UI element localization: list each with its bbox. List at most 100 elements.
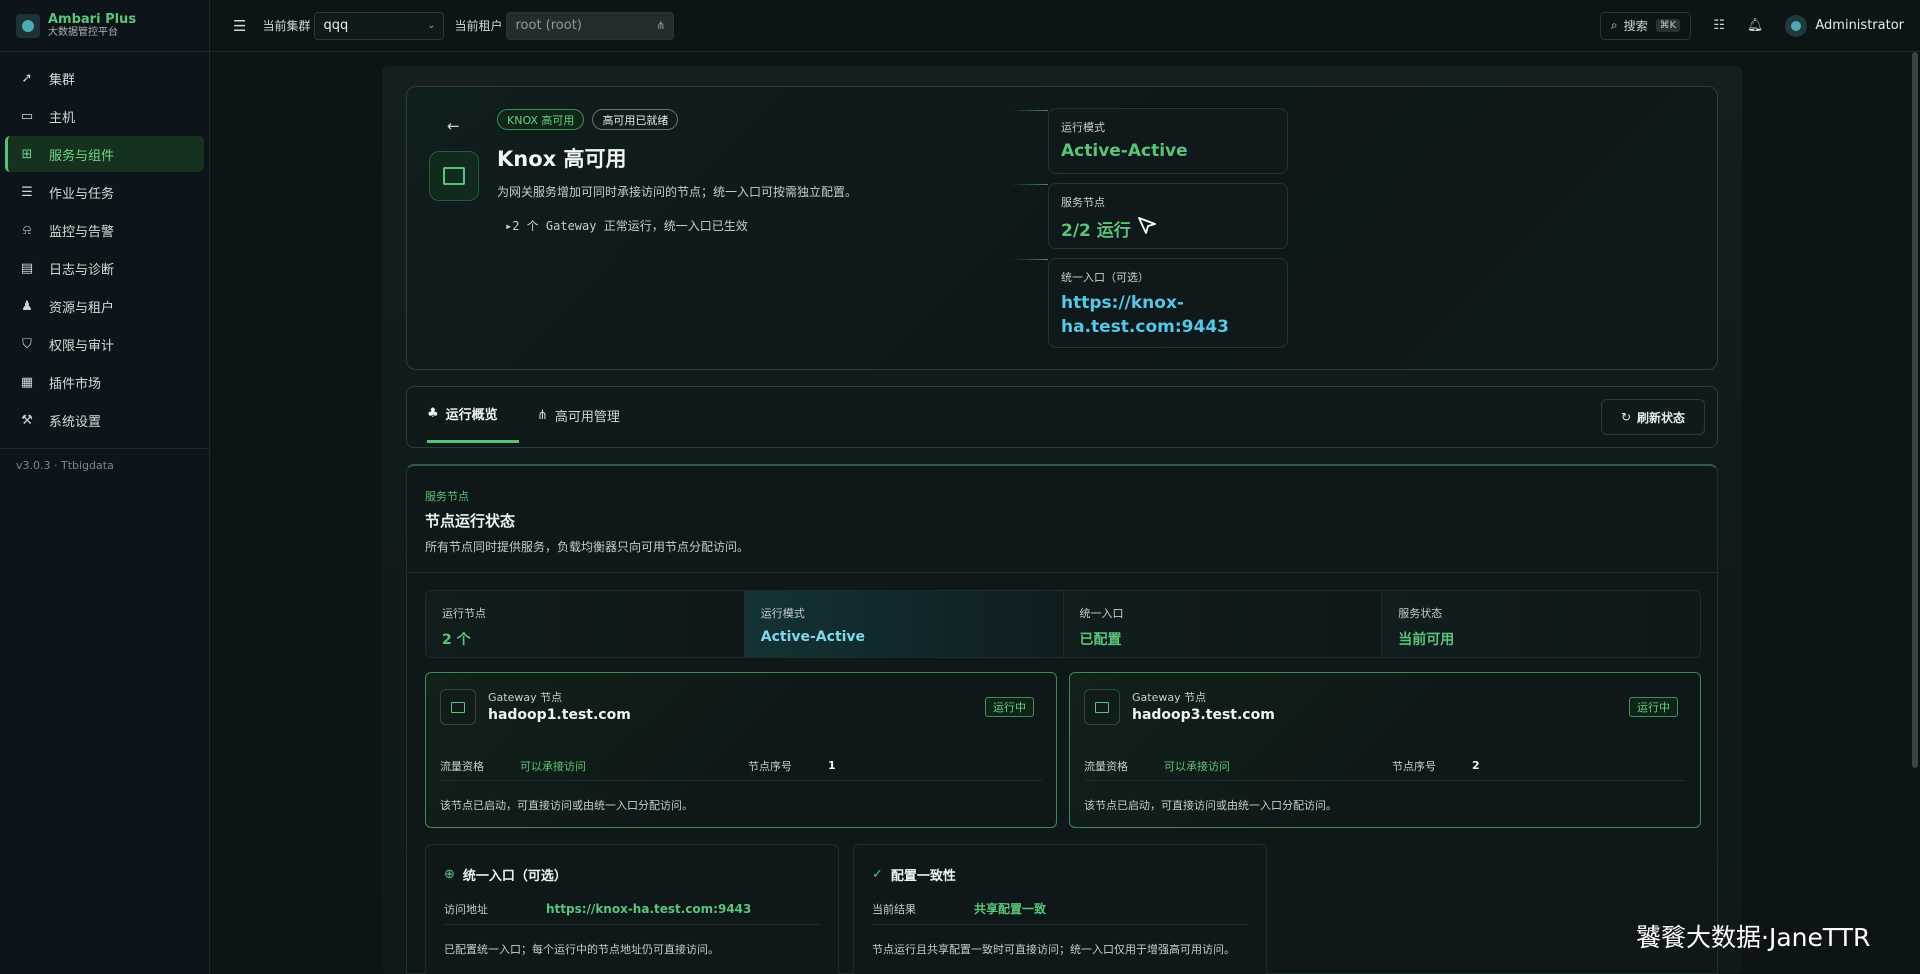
summary-service-status: 服务状态 当前可用 — [1382, 591, 1700, 657]
seq-value: 1 — [828, 759, 836, 772]
seq-value: 2 — [1472, 759, 1480, 772]
refresh-icon: ↻ — [1620, 410, 1632, 424]
sidebar-item-permissions[interactable]: ⛉ 权限与审计 — [5, 326, 204, 362]
card-title: 配置一致性 — [890, 869, 956, 884]
tab-overview[interactable]: ♣ 运行概览 — [427, 387, 519, 443]
sidebar-item-label: 集群 — [49, 72, 76, 88]
page-description: 为网关服务增加可同时承接访问的节点；统一入口可按需独立配置。 — [497, 185, 858, 199]
hierarchy-icon: ⋔ — [656, 19, 666, 32]
grid-icon: ⊞ — [21, 146, 33, 162]
users-icon: ♟ — [21, 298, 33, 314]
summary-label: 运行节点 — [442, 607, 486, 620]
tenant-input[interactable]: root (root) ⋔ — [506, 11, 675, 40]
tab-label: 高可用管理 — [554, 409, 620, 425]
sidebar-item-label: 资源与租户 — [49, 300, 115, 316]
topbar: ☰ 当前集群 qqq ⌄ 当前租户 root (root) ⋔ ⌕ 搜索 ⌘K … — [210, 0, 1920, 52]
user-name[interactable]: Administrator — [1815, 18, 1904, 33]
row-label: 访问地址 — [444, 902, 488, 916]
logo-icon — [16, 13, 40, 38]
cluster-select[interactable]: qqq ⌄ — [314, 11, 445, 40]
search-icon: ⌕ — [1610, 18, 1618, 32]
stat-label: 统一入口（可选） — [1061, 271, 1149, 284]
topbar-right: ⌕ 搜索 ⌘K ☷ 🔔︎ Administrator — [1599, 11, 1904, 40]
tab-ha-management[interactable]: ⋔ 高可用管理 — [537, 387, 633, 443]
search-label: 搜索 — [1623, 19, 1648, 33]
sidebar-item-resources[interactable]: ♟ 资源与租户 — [5, 288, 204, 324]
cluster-select-value: qqq — [323, 18, 349, 33]
node-host: hadoop3.test.com — [1132, 707, 1275, 723]
sidebar-item-label: 日志与诊断 — [49, 262, 115, 278]
gateway-node-card[interactable]: Gateway 节点 hadoop3.test.com 运行中 流量资格 可以承… — [1069, 672, 1701, 828]
sidebar-item-jobs[interactable]: ☰ 作业与任务 — [5, 174, 204, 210]
sidebar-item-label: 系统设置 — [49, 414, 102, 430]
brand-subtitle: 大数据管控平台 — [48, 27, 118, 38]
summary-value: 当前可用 — [1398, 632, 1455, 648]
task-list-icon[interactable]: ☷ — [1713, 18, 1725, 33]
stat-value: 2/2 运行 — [1061, 221, 1131, 241]
sidebar-item-plugins[interactable]: ▦ 插件市场 — [5, 364, 204, 400]
traffic-value: 可以承接访问 — [520, 759, 586, 773]
traffic-label: 流量资格 — [440, 759, 484, 773]
shield-icon: ⛉ — [22, 336, 32, 352]
tenant-input-value: root (root) — [515, 18, 582, 33]
summary-running-nodes: 运行节点 2 个 — [426, 591, 745, 657]
brand[interactable]: Ambari Plus 大数据管控平台 — [0, 0, 209, 52]
sidebar-item-label: 权限与审计 — [49, 338, 115, 354]
sidebar-item-monitoring[interactable]: ⍾ 监控与告警 — [5, 212, 204, 248]
unified-entry-card: ⊕ 统一入口（可选） 访问地址 https://knox-ha.test.com… — [425, 844, 839, 974]
scrollbar[interactable] — [1912, 52, 1918, 768]
summary-strip: 运行节点 2 个 运行模式 Active-Active 统一入口 已配置 服务状… — [425, 590, 1701, 658]
cluster-label: 当前集群 — [262, 19, 311, 33]
row-value: 共享配置一致 — [974, 902, 1047, 916]
alarm-icon: ⍾ — [22, 222, 32, 238]
card-header: ⊕ 统一入口（可选） — [444, 865, 567, 884]
summary-run-mode: 运行模式 Active-Active — [744, 591, 1064, 657]
sidebar-item-label: 服务与组件 — [49, 148, 115, 164]
gateway-node-card[interactable]: Gateway 节点 hadoop1.test.com 运行中 流量资格 可以承… — [425, 672, 1057, 828]
sidebar-item-hosts[interactable]: ▭ 主机 — [5, 98, 204, 134]
gateway-icon — [440, 689, 476, 725]
traffic-label: 流量资格 — [1084, 759, 1128, 773]
config-consistency-card: ✓ 配置一致性 当前结果 共享配置一致 节点运行且共享配置一致时可直接访问；统一… — [853, 844, 1267, 974]
unified-entry-link[interactable]: https://knox- ha.test.com:9443 — [1061, 291, 1275, 339]
card-note: 节点运行且共享配置一致时可直接访问；统一入口仅用于增强高可用访问。 — [872, 943, 1235, 956]
check-circle-icon: ✓ — [872, 867, 883, 882]
topology-icon: ♣ — [427, 406, 439, 421]
card-note: 已配置统一入口；每个运行中的节点地址仍可直接访问。 — [444, 943, 719, 956]
globe-icon: ⊕ — [444, 867, 455, 882]
menu-collapse-icon[interactable]: ☰ — [233, 17, 246, 35]
sidebar-item-logs[interactable]: ▤ 日志与诊断 — [5, 250, 204, 286]
node-status-panel: 服务节点 节点运行状态 所有节点同时提供服务，负载均衡器只向可用节点分配访问。 … — [406, 464, 1718, 974]
details-toggle[interactable]: ▸2 个 Gateway 正常运行，统一入口已生效 — [505, 217, 748, 234]
panel-description: 所有节点同时提供服务，负载均衡器只向可用节点分配访问。 — [425, 540, 750, 554]
refresh-status-button[interactable]: ↻ 刷新状态 — [1601, 399, 1705, 435]
sidebar-item-clusters[interactable]: ➚ 集群 — [5, 60, 204, 96]
stat-label: 运行模式 — [1061, 121, 1105, 134]
link-line: https://knox- — [1061, 293, 1184, 313]
watermark: 饕餮大数据·JaneTTR — [1636, 923, 1871, 952]
node-host: hadoop1.test.com — [488, 707, 631, 723]
sidebar-item-settings[interactable]: ⚒ 系统设置 — [5, 402, 204, 438]
stat-service-nodes: 服务节点 2/2 运行 — [1048, 183, 1288, 249]
bell-icon[interactable]: 🔔︎ — [1747, 18, 1764, 33]
gateway-icon — [429, 151, 479, 201]
avatar[interactable] — [1785, 14, 1808, 37]
search-button[interactable]: ⌕ 搜索 ⌘K — [1599, 11, 1692, 40]
back-arrow-icon[interactable]: ← — [447, 117, 460, 135]
stat-connector — [1010, 110, 1048, 111]
sidebar-item-services[interactable]: ⊞ 服务与组件 — [5, 136, 204, 172]
card-title: 统一入口（可选） — [462, 869, 567, 884]
wrench-icon: ⚒ — [21, 412, 33, 428]
stat-connector — [1010, 184, 1048, 185]
list-icon: ☰ — [21, 184, 33, 200]
chevron-down-icon: ⌄ — [427, 20, 436, 31]
panel-eyebrow: 服务节点 — [425, 490, 469, 503]
entry-url-link[interactable]: https://knox-ha.test.com:9443 — [546, 902, 751, 916]
summary-unified-entry: 统一入口 已配置 — [1063, 591, 1383, 657]
puzzle-icon: ▦ — [20, 374, 34, 390]
stat-value: Active-Active — [1061, 141, 1188, 161]
stat-run-mode: 运行模式 Active-Active — [1048, 108, 1288, 174]
stat-unified-entry: 统一入口（可选） https://knox- ha.test.com:9443 — [1048, 258, 1288, 348]
divider — [407, 572, 1717, 573]
service-tag-badge: KNOX 高可用 — [497, 109, 585, 130]
